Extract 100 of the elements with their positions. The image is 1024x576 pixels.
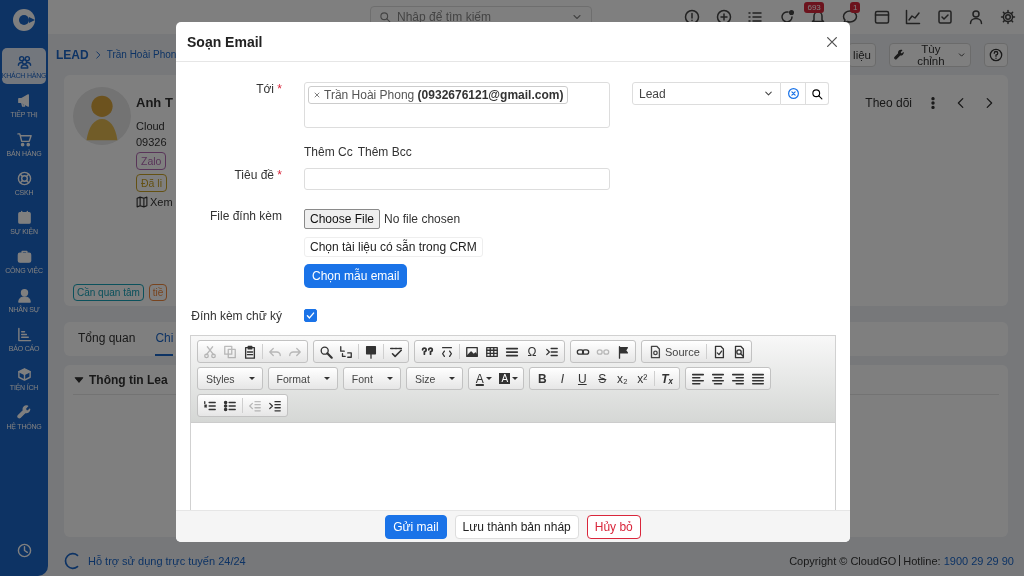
follow-button[interactable]: Theo dõi (865, 96, 912, 110)
save-draft-button[interactable]: Lưu thành bản nháp (454, 514, 579, 539)
logo-icon[interactable] (12, 8, 36, 32)
editor-dropdown[interactable]: Styles (200, 369, 260, 388)
breadcrumb-current: Trần Hoài Phon (106, 49, 177, 60)
megaphone-icon (16, 92, 32, 108)
checkbox-icon[interactable] (936, 9, 953, 25)
indent-icon[interactable] (268, 398, 282, 413)
table-icon[interactable] (485, 344, 499, 359)
bold-button[interactable]: B (532, 369, 553, 388)
choose-file-button[interactable]: Choose File (304, 209, 381, 229)
highlight-color-button[interactable]: A (496, 369, 522, 388)
clear-icon (786, 87, 800, 100)
italic-button[interactable]: I (552, 369, 573, 388)
box-icon (16, 365, 32, 381)
cart-icon (16, 131, 32, 147)
subject-field[interactable] (304, 168, 610, 190)
add-recipient-link[interactable]: Thêm Cc (304, 145, 353, 159)
field-label: Đính kèm chữ ký (190, 309, 282, 323)
clear-button[interactable] (781, 82, 806, 105)
avatar (73, 87, 131, 145)
board-icon[interactable] (364, 344, 378, 359)
line-chart-icon[interactable] (905, 9, 922, 25)
recipient-field[interactable]: Trần Hoài Phong (0932676121@gmail.com) (304, 82, 610, 128)
field-label: File đính kèm (208, 209, 282, 223)
message-badge: 1 (850, 2, 861, 13)
help-icon (989, 47, 1003, 62)
underline-button[interactable]: U (572, 369, 593, 388)
search-icon (811, 87, 823, 100)
add-icon[interactable] (715, 9, 732, 25)
source-button[interactable]: Source (644, 342, 704, 361)
tag: tiề (148, 284, 168, 301)
document-icon (648, 344, 662, 359)
tag: Zalo (136, 152, 167, 170)
phone-number: 09326 (136, 136, 168, 148)
search-icon (379, 11, 391, 23)
text-color-button[interactable]: A (471, 369, 497, 388)
users-icon (16, 53, 32, 69)
add-recipient-link[interactable]: Thêm Bcc (357, 145, 412, 159)
numbered-list-icon[interactable] (203, 398, 217, 413)
lifebuoy-icon (16, 170, 32, 186)
copyright-text: Copyright © CloudGO Hotline: 1900 29 29 90 (789, 555, 1014, 567)
settings-icon[interactable] (1000, 9, 1016, 25)
chat-icon[interactable] (842, 9, 859, 25)
justify-icon[interactable] (751, 371, 766, 386)
field-label: Tới * (255, 82, 282, 96)
status-icon[interactable] (778, 9, 795, 25)
list-icon[interactable] (747, 9, 764, 25)
image-icon[interactable] (465, 344, 479, 359)
help-button[interactable] (984, 42, 1008, 67)
checkbox[interactable] (304, 309, 317, 322)
company-name: Cloud (136, 120, 166, 132)
align-center-icon[interactable] (711, 371, 726, 386)
notification-badge: 693 (804, 2, 824, 13)
align-right-icon[interactable] (731, 371, 746, 386)
check-icon (305, 310, 316, 321)
map-link[interactable]: Xem (150, 196, 173, 208)
caret-icon (763, 88, 774, 99)
window-icon[interactable] (873, 9, 890, 25)
calendar-icon (16, 209, 32, 225)
flag-icon[interactable] (616, 344, 630, 359)
close-button[interactable] (825, 34, 839, 49)
clipboard-icon[interactable] (243, 344, 257, 359)
bullet-list-icon[interactable] (223, 398, 237, 413)
field-label: Tiêu đề * (233, 168, 282, 182)
search-icon[interactable] (319, 344, 333, 359)
section-title: Thông tin Lea (89, 372, 168, 387)
tab[interactable]: Tổng quan (78, 322, 136, 356)
tag: Đã li (136, 174, 167, 192)
data-button[interactable]: liệu (848, 42, 876, 67)
dialog-title: Soạn Email (187, 33, 263, 50)
symbol-button[interactable]: x₂ (612, 369, 633, 388)
search-button[interactable] (806, 82, 829, 105)
customize-button[interactable]: Tùy chỉnh (889, 42, 971, 67)
symbol-button[interactable]: Ω (522, 342, 542, 361)
clear-format-button[interactable]: Tₓ (657, 369, 678, 388)
contact-name: Anh T (136, 95, 173, 110)
strikethrough-button[interactable]: S (592, 369, 613, 388)
editor-dropdown[interactable]: Format (270, 369, 335, 388)
briefcase-icon (16, 248, 32, 264)
clock-icon[interactable] (16, 543, 32, 558)
remove-icon (313, 91, 321, 99)
person-icon (16, 287, 32, 303)
symbol-button[interactable]: x² (632, 369, 653, 388)
module-select[interactable]: Lead (632, 82, 781, 105)
crm-document-button[interactable]: Chọn tài liệu có sẵn trong CRM (304, 237, 483, 257)
send-button[interactable]: Gửi mail (385, 514, 447, 539)
editor-dropdown[interactable]: Font (345, 369, 398, 388)
alert-icon[interactable] (684, 9, 701, 25)
editor-dropdown[interactable]: Size (408, 369, 461, 388)
align-left-icon[interactable] (691, 371, 706, 386)
code-block-icon[interactable] (440, 344, 454, 359)
file-status: No file chosen (384, 212, 461, 226)
chart-icon (16, 326, 32, 342)
recipient-chip[interactable]: Trần Hoài Phong (0932676121@gmail.com) (308, 86, 569, 104)
user-icon[interactable] (968, 9, 985, 25)
email-template-button[interactable]: Chọn mẫu email (304, 264, 408, 288)
tag: Cần quan tâm (73, 284, 144, 301)
cancel-button[interactable]: Hủy bỏ (586, 514, 641, 539)
replace-icon[interactable] (339, 344, 353, 359)
